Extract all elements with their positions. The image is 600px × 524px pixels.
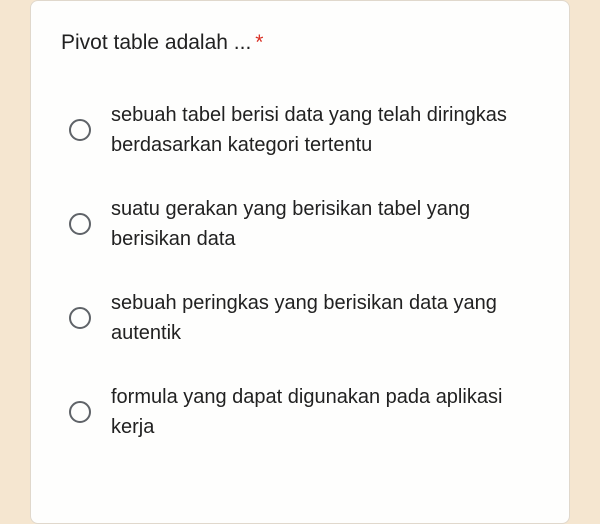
question-text: Pivot table adalah ... [61, 31, 251, 55]
option-label: formula yang dapat digunakan pada aplika… [111, 382, 539, 442]
option-1[interactable]: suatu gerakan yang berisikan tabel yang … [69, 194, 539, 254]
options-group: sebuah tabel berisi data yang telah diri… [61, 100, 539, 442]
option-3[interactable]: formula yang dapat digunakan pada aplika… [69, 382, 539, 442]
required-asterisk: * [255, 31, 263, 55]
option-label: sebuah tabel berisi data yang telah diri… [111, 100, 539, 160]
radio-icon [69, 307, 91, 329]
option-2[interactable]: sebuah peringkas yang berisikan data yan… [69, 288, 539, 348]
option-label: suatu gerakan yang berisikan tabel yang … [111, 194, 539, 254]
radio-icon [69, 401, 91, 423]
question-row: Pivot table adalah ... * [61, 31, 539, 55]
option-label: sebuah peringkas yang berisikan data yan… [111, 288, 539, 348]
option-0[interactable]: sebuah tabel berisi data yang telah diri… [69, 100, 539, 160]
radio-icon [69, 213, 91, 235]
question-card: Pivot table adalah ... * sebuah tabel be… [30, 0, 570, 524]
radio-icon [69, 119, 91, 141]
